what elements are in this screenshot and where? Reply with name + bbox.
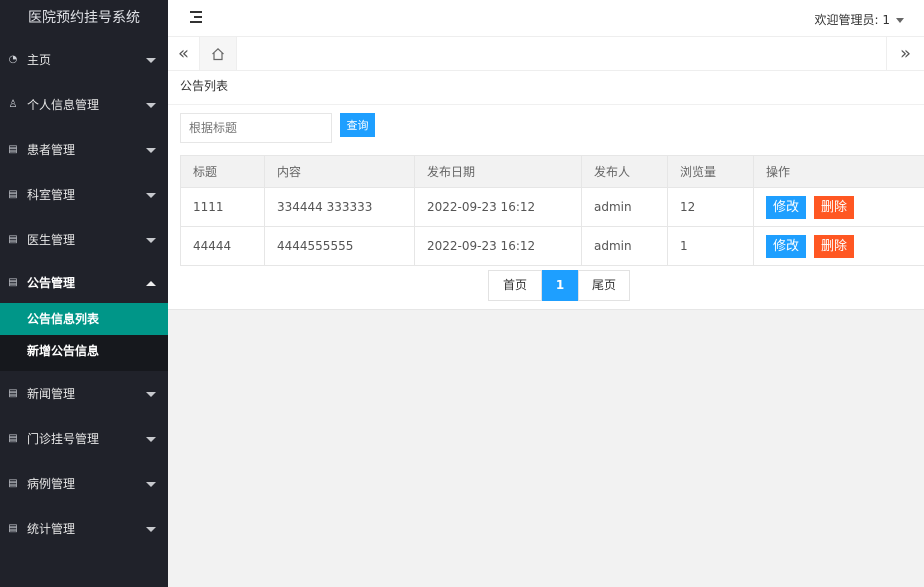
cell-date: 2022-09-23 16:12 <box>414 187 582 227</box>
chevron-down-icon <box>146 147 156 153</box>
sidebar-item-label: 公告管理 <box>27 276 76 290</box>
cell-title: 44444 <box>180 226 265 266</box>
app-title: 医院预约挂号系统 <box>28 10 140 26</box>
table-header-row: 标题 内容 发布日期 发布人 浏览量 操作 <box>180 155 924 188</box>
sidebar-item-label: 患者管理 <box>27 143 76 157</box>
sidebar-item-registration[interactable]: ▤ 门诊挂号管理 <box>0 416 168 461</box>
submenu-item-add-notice[interactable]: 新增公告信息 <box>0 335 168 371</box>
sidebar-item-news[interactable]: ▤ 新闻管理 <box>0 371 168 416</box>
list-icon: ▤ <box>8 523 18 534</box>
user-menu[interactable]: 欢迎管理员: 1 <box>814 11 904 28</box>
cell-actions: 修改 删除 <box>753 226 924 266</box>
sidebar-item-statistics[interactable]: ▤ 统计管理 <box>0 506 168 551</box>
welcome-text: 欢迎管理员: 1 <box>814 13 891 27</box>
chevron-down-icon <box>146 102 156 108</box>
cell-title: 1111 <box>180 187 265 227</box>
sidebar-item-cases[interactable]: ▤ 病例管理 <box>0 461 168 506</box>
double-chevron-left-icon[interactable]: « <box>168 37 199 70</box>
double-chevron-right-icon[interactable]: » <box>886 37 924 70</box>
sidebar-item-label: 个人信息管理 <box>27 98 100 112</box>
sidebar-item-label: 医生管理 <box>27 233 76 247</box>
list-icon: ▤ <box>8 388 18 399</box>
list-icon: ▤ <box>8 189 18 200</box>
dashboard-icon: ◔ <box>8 54 18 65</box>
tab-bar: « » <box>168 37 924 71</box>
search-input[interactable] <box>180 113 332 143</box>
edit-button[interactable]: 修改 <box>766 234 807 258</box>
table-row: 1111 334444 333333 2022-09-23 16:12 admi… <box>180 187 924 227</box>
cell-actions: 修改 删除 <box>753 187 924 227</box>
delete-button[interactable]: 删除 <box>814 234 855 258</box>
card-title: 公告列表 <box>168 71 924 105</box>
list-icon: ▤ <box>8 144 18 155</box>
chevron-down-icon <box>146 436 156 442</box>
sidebar-item-notices[interactable]: ▤ 公告管理 <box>0 262 168 303</box>
user-icon: ♙ <box>8 99 18 110</box>
sidebar-item-home[interactable]: ◔ 主页 <box>0 37 168 82</box>
sidebar-item-patients[interactable]: ▤ 患者管理 <box>0 127 168 172</box>
chevron-down-icon <box>146 192 156 198</box>
chevron-down-icon <box>146 391 156 397</box>
sidebar-item-label: 统计管理 <box>27 522 76 536</box>
list-icon: ▤ <box>8 234 18 245</box>
sidebar-item-label: 门诊挂号管理 <box>27 432 100 446</box>
column-header: 发布人 <box>581 155 668 188</box>
cell-views: 12 <box>667 187 754 227</box>
delete-button[interactable]: 删除 <box>814 195 855 219</box>
list-icon: ▤ <box>8 478 18 489</box>
last-page-button[interactable]: 尾页 <box>578 270 630 301</box>
sidebar-item-profile[interactable]: ♙ 个人信息管理 <box>0 82 168 127</box>
chevron-down-icon <box>146 526 156 532</box>
chevron-down-icon <box>146 237 156 243</box>
chevron-down-icon <box>146 57 156 63</box>
list-icon: ▤ <box>8 433 18 444</box>
sidebar-item-label: 科室管理 <box>27 188 76 202</box>
home-icon <box>212 47 224 60</box>
cell-date: 2022-09-23 16:12 <box>414 226 582 266</box>
sidebar-item-label: 主页 <box>27 53 52 67</box>
cell-author: admin <box>581 187 668 227</box>
sidebar-item-label: 新闻管理 <box>27 387 76 401</box>
cell-author: admin <box>581 226 668 266</box>
caret-down-icon <box>896 18 904 23</box>
main-content: 公告列表 查询 标题 内容 发布日期 发布人 浏览量 操作 1111 33444… <box>168 71 924 310</box>
current-page-button[interactable]: 1 <box>542 270 578 301</box>
menu-toggle-icon[interactable] <box>190 11 204 25</box>
column-header: 内容 <box>264 155 415 188</box>
first-page-button[interactable]: 首页 <box>488 270 542 301</box>
sidebar-item-departments[interactable]: ▤ 科室管理 <box>0 172 168 217</box>
chevron-down-icon <box>146 481 156 487</box>
column-header: 标题 <box>180 155 265 188</box>
table-row: 44444 4444555555 2022-09-23 16:12 admin … <box>180 226 924 266</box>
sidebar-item-label: 病例管理 <box>27 477 76 491</box>
notices-submenu: 公告信息列表 新增公告信息 <box>0 303 168 371</box>
cell-views: 1 <box>667 226 754 266</box>
submenu-item-notice-list[interactable]: 公告信息列表 <box>0 303 168 335</box>
cell-content: 4444555555 <box>264 226 415 266</box>
list-icon: ▤ <box>8 277 18 288</box>
column-header: 浏览量 <box>667 155 754 188</box>
sidebar: 医院预约挂号系统 ◔ 主页 ♙ 个人信息管理 ▤ 患者管理 ▤ 科室管理 ▤ 医… <box>0 0 168 587</box>
sidebar-item-doctors[interactable]: ▤ 医生管理 <box>0 217 168 262</box>
chevron-up-icon <box>146 280 156 286</box>
edit-button[interactable]: 修改 <box>766 195 807 219</box>
column-header: 操作 <box>753 155 924 188</box>
tab-home[interactable] <box>199 37 237 70</box>
cell-content: 334444 333333 <box>264 187 415 227</box>
top-header: 欢迎管理员: 1 <box>168 0 924 37</box>
column-header: 发布日期 <box>414 155 582 188</box>
notice-table: 标题 内容 发布日期 发布人 浏览量 操作 1111 334444 333333… <box>180 155 924 266</box>
search-button[interactable]: 查询 <box>340 113 375 137</box>
pagination: 首页 1 尾页 <box>488 270 630 301</box>
